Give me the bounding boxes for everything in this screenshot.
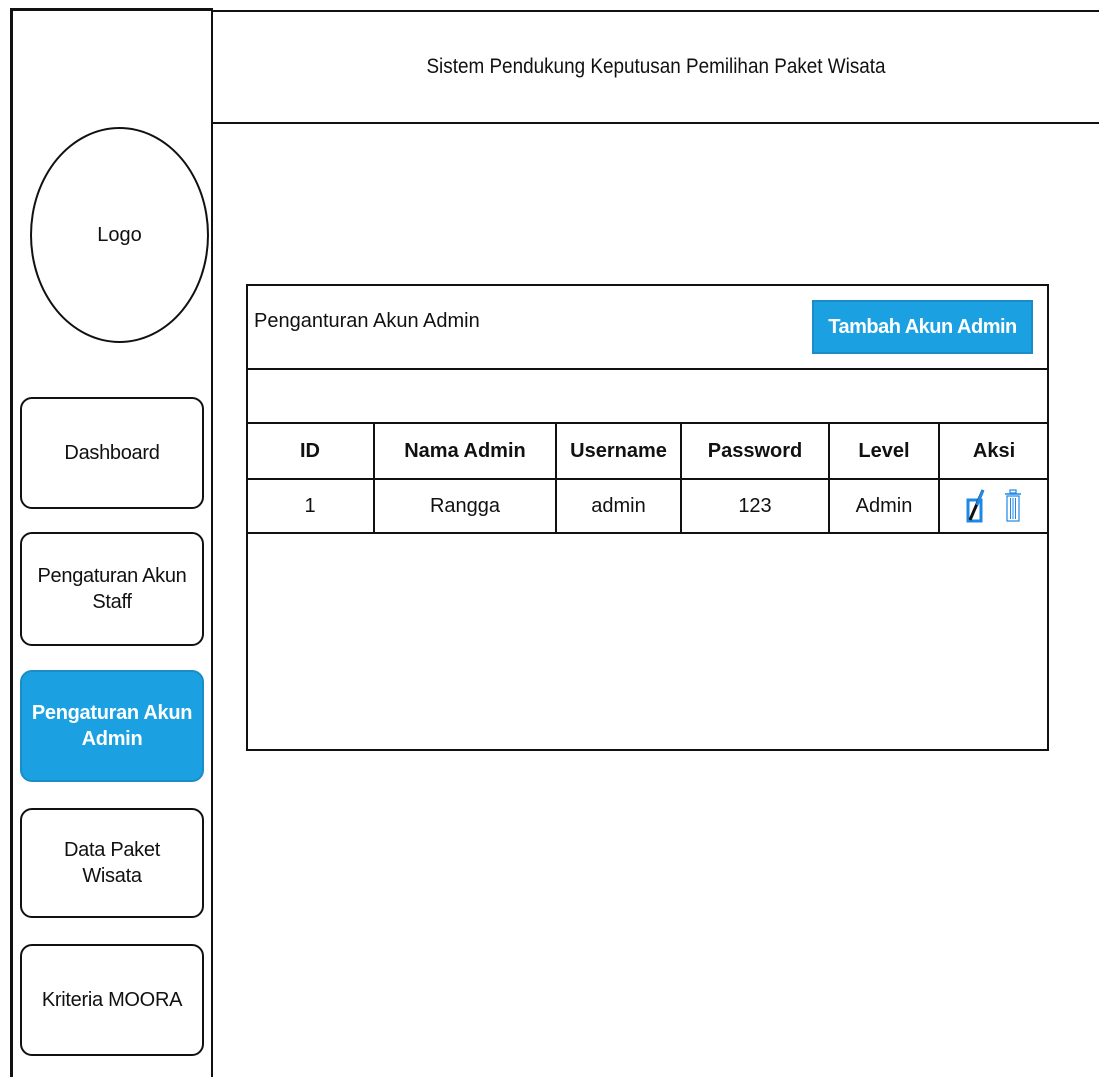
sidebar-item-label: Pengaturan Akun Admin bbox=[31, 702, 193, 750]
sidebar-item-label: Dashboard bbox=[64, 442, 160, 464]
cell-nama-admin: Rangga bbox=[373, 478, 557, 534]
panel-header-divider bbox=[246, 368, 1049, 370]
add-admin-button[interactable]: Tambah Akun Admin bbox=[812, 300, 1033, 354]
trash-icon[interactable] bbox=[1004, 489, 1022, 523]
cell-level: Admin bbox=[828, 478, 940, 534]
cell-password: 123 bbox=[680, 478, 830, 534]
sidebar-item-kriteria-moora[interactable]: Kriteria MOORA bbox=[20, 944, 204, 1056]
header-bottom-border bbox=[211, 122, 1099, 124]
sidebar-item-pengaturan-akun-admin[interactable]: Pengaturan Akun Admin bbox=[20, 670, 204, 782]
column-header-nama-admin: Nama Admin bbox=[373, 422, 557, 480]
column-header-aksi: Aksi bbox=[938, 422, 1048, 480]
cell-id: 1 bbox=[247, 478, 375, 534]
table-header-row: ID Nama Admin Username Password Level Ak… bbox=[247, 422, 1048, 480]
logo: Logo bbox=[30, 127, 209, 343]
column-header-password: Password bbox=[680, 422, 830, 480]
cell-aksi bbox=[938, 478, 1048, 534]
column-header-id: ID bbox=[247, 422, 375, 480]
sidebar-item-label: Data Paket Wisata bbox=[64, 839, 160, 887]
sidebar-item-label: Pengaturan Akun Staff bbox=[37, 565, 187, 613]
column-header-username: Username bbox=[555, 422, 682, 480]
sidebar-item-pengaturan-akun-staff[interactable]: Pengaturan Akun Staff bbox=[20, 532, 204, 646]
edit-icon[interactable] bbox=[966, 489, 986, 523]
admin-table: ID Nama Admin Username Password Level Ak… bbox=[247, 422, 1048, 534]
frame-top-border bbox=[10, 8, 213, 11]
sidebar-divider bbox=[211, 10, 213, 1077]
logo-label: Logo bbox=[97, 223, 142, 246]
panel-title: Penganturan Akun Admin bbox=[254, 310, 480, 332]
cell-username: admin bbox=[555, 478, 682, 534]
app-title: Sistem Pendukung Keputusan Pemilihan Pak… bbox=[426, 55, 886, 78]
row-actions bbox=[966, 489, 1022, 523]
column-header-level: Level bbox=[828, 422, 940, 480]
frame-left-border bbox=[10, 8, 13, 1077]
sidebar-item-data-paket-wisata[interactable]: Data Paket Wisata bbox=[20, 808, 204, 918]
table-row: 1 Rangga admin 123 Admin bbox=[247, 478, 1048, 534]
sidebar-item-dashboard[interactable]: Dashboard bbox=[20, 397, 204, 509]
sidebar-item-label: Kriteria MOORA bbox=[41, 989, 183, 1011]
